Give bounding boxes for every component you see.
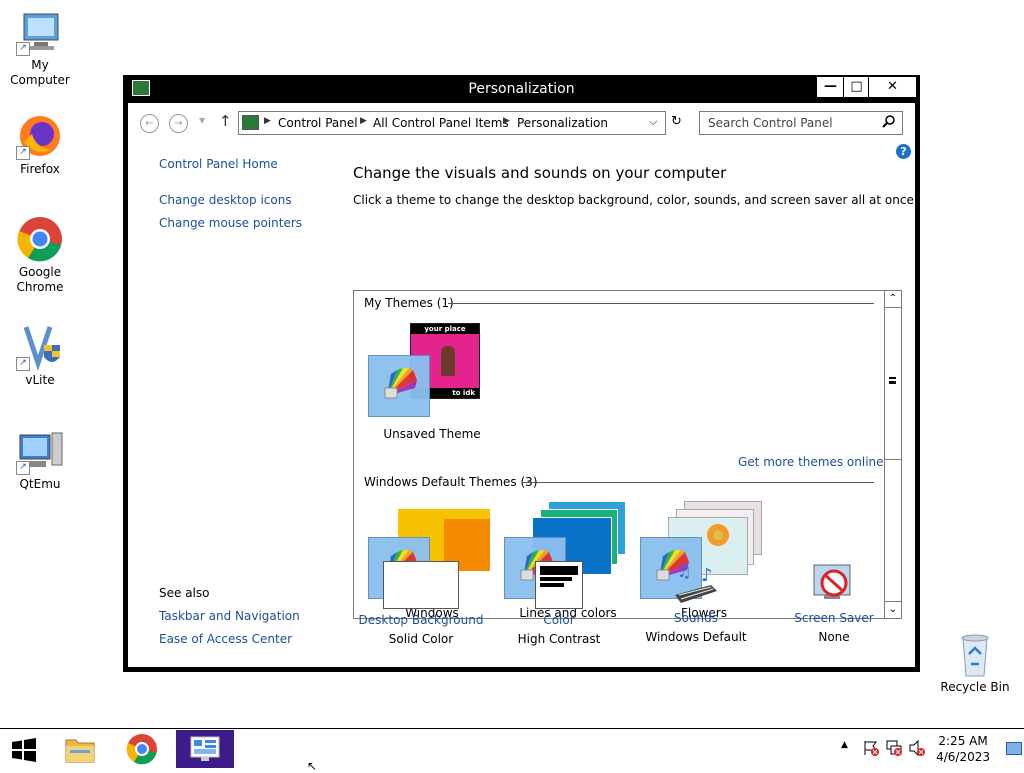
- search-input[interactable]: Search Control Panel: [699, 111, 903, 135]
- desktop-icon-label: Firefox: [20, 162, 60, 176]
- desktop-icon-label: Recycle Bin: [940, 680, 1010, 694]
- minimize-button[interactable]: —: [816, 76, 845, 98]
- chrome-icon: [126, 734, 157, 765]
- taskbar: ↖ ▲ 2:25 AM 4/6/2023: [0, 728, 1024, 773]
- desktop-background-icon: [383, 561, 459, 609]
- volume-icon[interactable]: [908, 739, 926, 760]
- get-more-themes-link[interactable]: Get more themes online: [738, 455, 884, 469]
- windows-logo-icon: [12, 738, 36, 762]
- setting-value: None: [818, 630, 850, 644]
- see-also-heading: See also: [159, 586, 210, 600]
- address-bar[interactable]: ▶ Control Panel ▶ All Control Panel Item…: [238, 111, 682, 135]
- desktop-icon-firefox[interactable]: ↗ Firefox: [0, 112, 80, 177]
- chevron-down-icon[interactable]: ⌵: [649, 115, 657, 129]
- computer-icon: ↗: [16, 8, 64, 56]
- color-setting[interactable]: Color High Contrast: [489, 561, 629, 646]
- sounds-setting[interactable]: ♫ ♪ Sounds Windows Default: [626, 561, 766, 644]
- scroll-up-icon[interactable]: ⌃: [885, 291, 901, 308]
- desktop-icon-vlite[interactable]: ↗ vLite: [0, 323, 80, 388]
- breadcrumb-all-items[interactable]: All Control Panel Items: [373, 116, 509, 130]
- setting-title[interactable]: Color: [489, 613, 629, 627]
- sounds-icon: ♫ ♪: [671, 561, 721, 607]
- chrome-taskbar-button[interactable]: [120, 730, 164, 768]
- thumb-caption-top: your place: [411, 324, 479, 334]
- folder-icon: [65, 739, 95, 763]
- breadcrumb-personalization[interactable]: Personalization: [517, 116, 608, 130]
- scroll-thumb[interactable]: [885, 307, 901, 460]
- personalization-window: Personalization — □ ✕ ← → ▼ ↑ ▶ Control …: [123, 75, 920, 672]
- file-explorer-button[interactable]: [58, 730, 102, 768]
- screen-saver-icon: [810, 561, 858, 607]
- window-title: Personalization: [468, 81, 575, 97]
- chrome-icon: [16, 215, 64, 263]
- breadcrumb-separator: ▶: [264, 116, 271, 126]
- show-desktop-icon[interactable]: [1006, 742, 1022, 755]
- clock-time: 2:25 AM: [938, 734, 988, 748]
- recycle-bin-icon: [951, 630, 999, 678]
- thumb-figure: [441, 346, 455, 376]
- maximize-button[interactable]: □: [843, 76, 870, 98]
- back-button[interactable]: ←: [140, 114, 159, 133]
- action-center-icon[interactable]: [862, 739, 880, 760]
- desktop-icon-label: My Computer: [10, 58, 70, 87]
- page-description: Click a theme to change the desktop back…: [353, 193, 918, 207]
- taskbar-navigation-link[interactable]: Taskbar and Navigation: [159, 609, 300, 623]
- desktop-icon-label: vLite: [25, 373, 55, 387]
- default-themes-heading: Windows Default Themes (3): [364, 475, 538, 489]
- breadcrumb-control-panel[interactable]: Control Panel: [278, 116, 358, 130]
- setting-title[interactable]: Desktop Background: [351, 613, 491, 627]
- desktop-icon-my-computer[interactable]: ↗ My Computer: [0, 8, 80, 88]
- desktop-icon-qtemu[interactable]: ↗ QtEmu: [0, 427, 80, 492]
- breadcrumb-separator: ▶: [503, 116, 510, 126]
- group-divider: [522, 482, 874, 483]
- search-icon[interactable]: [882, 114, 896, 131]
- mouse-cursor: ↖: [307, 759, 318, 773]
- setting-title[interactable]: Sounds: [626, 611, 766, 625]
- breadcrumb-separator: ▶: [360, 116, 367, 126]
- theme-unsaved[interactable]: your place to idk: [368, 323, 480, 423]
- desktop-icon-label: QtEmu: [19, 477, 61, 491]
- setting-title[interactable]: Screen Saver: [764, 611, 904, 625]
- setting-value: Windows Default: [645, 630, 747, 644]
- desktop-icon-google-chrome[interactable]: Google Chrome: [0, 215, 80, 295]
- setting-value: High Contrast: [517, 632, 601, 646]
- window-content: ← → ▼ ↑ ▶ Control Panel ▶ All Control Pa…: [128, 103, 918, 667]
- group-divider: [448, 303, 874, 304]
- change-desktop-icons-link[interactable]: Change desktop icons: [159, 193, 292, 207]
- search-placeholder: Search Control Panel: [708, 116, 833, 130]
- show-hidden-icons-button[interactable]: ▲: [841, 740, 848, 750]
- close-button[interactable]: ✕: [868, 76, 917, 98]
- up-button[interactable]: ↑: [219, 112, 232, 130]
- control-panel-home-link[interactable]: Control Panel Home: [159, 157, 278, 171]
- palette-icon: [368, 355, 430, 417]
- page-title: Change the visuals and sounds on your co…: [353, 164, 727, 182]
- color-icon: [535, 561, 583, 609]
- change-mouse-pointers-link[interactable]: Change mouse pointers: [159, 216, 302, 230]
- control-panel-icon: [190, 736, 220, 761]
- clock[interactable]: 2:25 AM 4/6/2023: [936, 733, 990, 765]
- help-icon[interactable]: ?: [896, 144, 911, 159]
- desktop-background-setting[interactable]: Desktop Background Solid Color: [351, 561, 491, 646]
- theme-name: Unsaved Theme: [383, 427, 481, 441]
- svg-text:♫: ♫: [677, 562, 691, 581]
- setting-value: Solid Color: [388, 632, 454, 646]
- ease-of-access-link[interactable]: Ease of Access Center: [159, 632, 292, 646]
- firefox-icon: ↗: [16, 112, 64, 160]
- vlite-icon: ↗: [16, 323, 64, 371]
- forward-button[interactable]: →: [169, 114, 188, 133]
- desktop-icon-recycle-bin[interactable]: Recycle Bin: [935, 630, 1015, 695]
- screen-saver-setting[interactable]: Screen Saver None: [764, 561, 904, 644]
- qtemu-icon: ↗: [16, 427, 64, 475]
- start-button[interactable]: [8, 730, 40, 768]
- network-icon[interactable]: [885, 739, 903, 760]
- recent-locations-dropdown[interactable]: ▼: [199, 116, 205, 125]
- title-bar[interactable]: Personalization — □ ✕: [123, 75, 920, 103]
- svg-text:♪: ♪: [701, 565, 713, 586]
- control-panel-icon: [242, 115, 259, 130]
- my-themes-heading: My Themes (1): [364, 296, 454, 310]
- refresh-icon[interactable]: ↻: [671, 114, 682, 129]
- desktop-icon-label: Google Chrome: [16, 265, 64, 294]
- clock-date: 4/6/2023: [936, 750, 990, 764]
- control-panel-taskbar-button[interactable]: [176, 730, 234, 768]
